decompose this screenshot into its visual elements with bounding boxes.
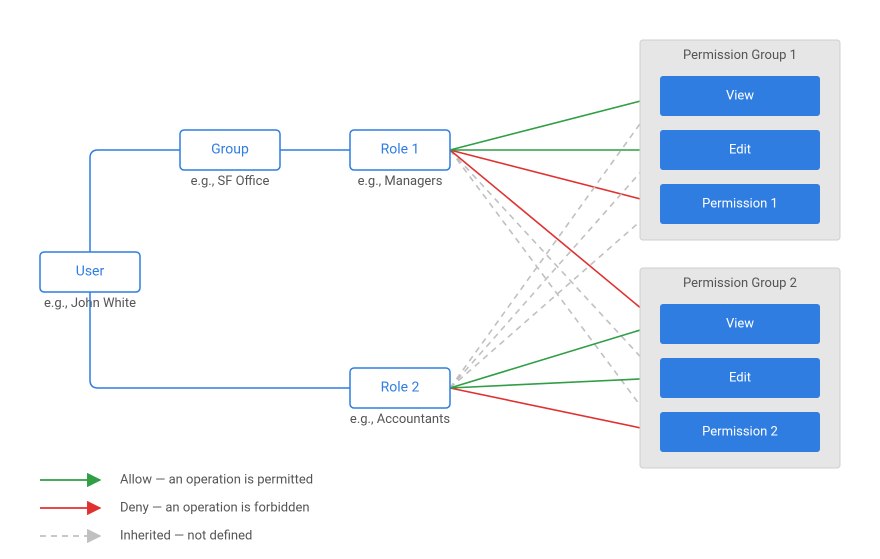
connector-user-group: [90, 150, 180, 252]
legend-deny-label: Deny — an operation is forbidden: [120, 500, 310, 515]
legend-inherited-label: Inherited — not defined: [120, 528, 252, 543]
node-group-caption: e.g., SF Office: [191, 174, 270, 189]
permission-group-2-item-edit: Edit: [660, 358, 820, 398]
edge-role1-g2_view: [450, 150, 660, 324]
permission-group-2-title: Permission Group 2: [683, 276, 797, 291]
svg-text:Permission 2: Permission 2: [702, 424, 778, 439]
edge-role2-g1_edit: [450, 150, 660, 388]
permission-group-1-item-perm1: Permission 1: [660, 184, 820, 224]
edge-role2-g1_view: [450, 96, 660, 388]
permission-group-2-item-perm2: Permission 2: [660, 412, 820, 452]
node-role2: Role 2 e.g., Accountants: [350, 368, 450, 427]
legend: Allow — an operation is permitted Deny —…: [40, 472, 313, 543]
permission-group-1-item-view: View: [660, 76, 820, 116]
permission-group-1-item-edit: Edit: [660, 130, 820, 170]
legend-allow-label: Allow — an operation is permitted: [120, 472, 313, 487]
edge-role1-g2_edit: [450, 150, 660, 378]
node-user-label: User: [76, 264, 105, 280]
permission-group-2: Permission Group 2 View Edit Permission …: [640, 268, 840, 468]
edges-layer: [450, 96, 660, 432]
node-role2-label: Role 2: [381, 380, 420, 396]
permission-group-1: Permission Group 1 View Edit Permission …: [640, 40, 840, 240]
node-role2-caption: e.g., Accountants: [350, 412, 450, 427]
edge-role2-g1_p: [450, 204, 660, 388]
node-role1-caption: e.g., Managers: [358, 174, 443, 189]
edge-role2-g2_view: [450, 324, 660, 388]
edge-role1-g1_view: [450, 96, 660, 150]
permission-group-2-item-view: View: [660, 304, 820, 344]
edge-role2-g2_edit: [450, 378, 660, 388]
svg-text:View: View: [726, 316, 754, 331]
permission-group-1-title: Permission Group 1: [683, 48, 797, 63]
svg-text:Permission 1: Permission 1: [702, 196, 778, 211]
node-role1: Role 1 e.g., Managers: [350, 130, 450, 189]
node-role1-label: Role 1: [381, 142, 420, 158]
svg-text:Edit: Edit: [729, 142, 751, 157]
svg-text:Edit: Edit: [729, 370, 751, 385]
edge-role1-g2_p: [450, 150, 660, 432]
edge-role2-g2_p: [450, 388, 660, 432]
node-group: Group e.g., SF Office: [180, 130, 280, 189]
svg-text:View: View: [726, 88, 754, 103]
node-group-label: Group: [211, 142, 249, 158]
